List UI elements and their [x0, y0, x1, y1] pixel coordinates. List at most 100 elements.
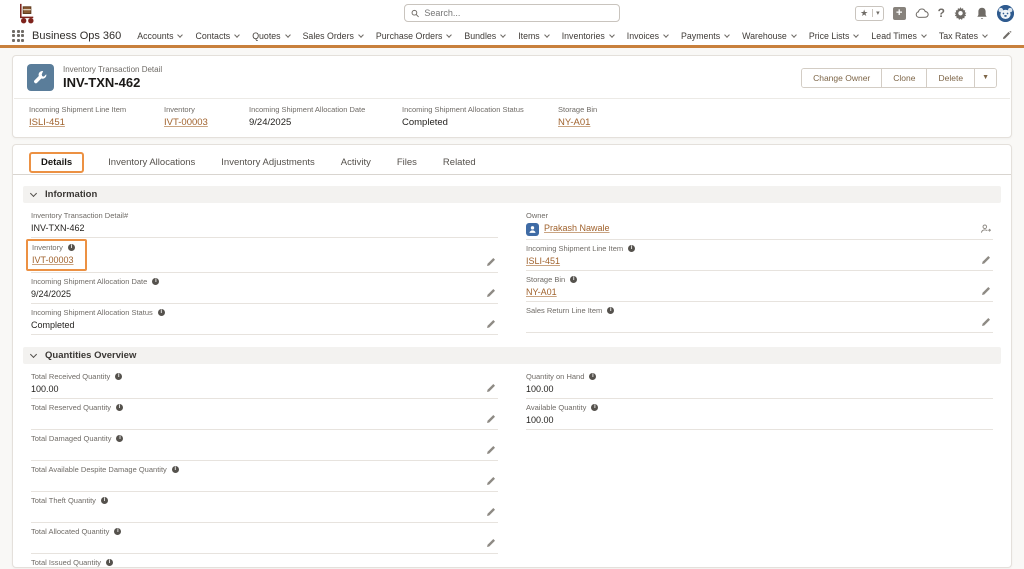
nav-item-inventories[interactable]: Inventories [562, 31, 614, 41]
setup-gear-icon [954, 7, 967, 20]
header-icon-bar: ★ ▾ + ? [855, 0, 1014, 26]
guidance-button[interactable] [915, 8, 929, 19]
nav-item-purchase-orders[interactable]: Purchase Orders [376, 31, 452, 41]
field-storage-bin: Storage BiniNY-A01 [526, 271, 993, 302]
section-information-header[interactable]: Information [23, 186, 1001, 203]
tab-details[interactable]: Details [29, 152, 84, 173]
info-icon[interactable]: i [158, 309, 165, 316]
field-label: Inventory Transaction Detail# [31, 211, 128, 220]
info-icon[interactable]: i [591, 404, 598, 411]
edit-field-pencil-icon[interactable] [486, 414, 496, 424]
nav-item-price-lists[interactable]: Price Lists [809, 31, 859, 41]
info-icon[interactable]: i [589, 373, 596, 380]
info-icon[interactable]: i [101, 497, 108, 504]
info-icon[interactable]: i [628, 245, 635, 252]
edit-field-pencil-icon[interactable] [486, 288, 496, 298]
highlight-label: Incoming Shipment Line Item [29, 105, 164, 114]
info-icon[interactable]: i [114, 528, 121, 535]
chevron-down-icon [663, 32, 669, 38]
nav-item-label: Bundles [464, 31, 496, 41]
nav-item-warehouse[interactable]: Warehouse [742, 31, 796, 41]
clone-button[interactable]: Clone [881, 69, 926, 87]
chevron-down-icon [178, 32, 184, 38]
change-owner-icon[interactable] [980, 223, 991, 234]
chevron-down-icon [234, 32, 240, 38]
edit-field-pencil-icon[interactable] [981, 286, 991, 296]
global-add-button[interactable]: + [893, 7, 906, 20]
field-value: 100.00 [526, 415, 971, 426]
info-icon[interactable]: i [152, 278, 159, 285]
field-value: 9/24/2025 [31, 289, 476, 300]
edit-field-pencil-icon[interactable] [486, 445, 496, 455]
tab-inventory-adjustments[interactable]: Inventory Adjustments [219, 154, 316, 171]
info-icon[interactable]: i [570, 276, 577, 283]
app-launcher-icon[interactable] [12, 30, 24, 42]
record-detail-card: Details Inventory Allocations Inventory Ad… [12, 144, 1012, 568]
info-icon[interactable]: i [106, 559, 113, 566]
nav-item-label: Inventories [562, 31, 605, 41]
highlight-value-link[interactable]: IVT-00003 [164, 117, 208, 128]
nav-item-quotes[interactable]: Quotes [252, 31, 289, 41]
info-icon[interactable]: i [116, 435, 123, 442]
change-owner-button[interactable]: Change Owner [802, 69, 881, 87]
tab-files[interactable]: Files [395, 154, 419, 171]
edit-field-pencil-icon[interactable] [486, 476, 496, 486]
global-search[interactable] [404, 4, 620, 22]
nav-item-accounts[interactable]: Accounts [137, 31, 182, 41]
info-icon[interactable]: i [68, 244, 75, 251]
field-value-link[interactable]: IVT-00003 [32, 255, 74, 265]
tab-activity[interactable]: Activity [339, 154, 373, 171]
highlight-value-link[interactable]: NY-A01 [558, 117, 590, 128]
nav-edit-pencil-icon[interactable] [1002, 31, 1012, 41]
edit-field-pencil-icon[interactable] [486, 507, 496, 517]
info-icon[interactable]: i [115, 373, 122, 380]
nav-item-sales-orders[interactable]: Sales Orders [303, 31, 363, 41]
user-avatar[interactable] [997, 5, 1014, 22]
edit-field-pencil-icon[interactable] [981, 317, 991, 327]
tab-inventory-allocations[interactable]: Inventory Allocations [106, 154, 197, 171]
field-value-link[interactable]: Prakash Nawale [544, 223, 610, 233]
nav-item-bundles[interactable]: Bundles [464, 31, 505, 41]
nav-item-invoices[interactable]: Invoices [627, 31, 668, 41]
tab-related[interactable]: Related [441, 154, 478, 171]
info-icon[interactable]: i [607, 307, 614, 314]
favorites-caret-icon[interactable]: ▾ [872, 9, 883, 17]
edit-field-pencil-icon[interactable] [486, 319, 496, 329]
app-name[interactable]: Business Ops 360 [32, 30, 121, 42]
field-available-quantity: Available Quantityi100.00 [526, 399, 993, 430]
highlight-incoming-shipment-allocation-date: Incoming Shipment Allocation Date9/24/20… [249, 105, 402, 128]
chevron-down-icon [285, 32, 291, 38]
help-button[interactable]: ? [938, 6, 945, 20]
nav-item-tax-rates[interactable]: Tax Rates [939, 31, 987, 41]
info-icon[interactable]: i [116, 404, 123, 411]
edit-field-pencil-icon[interactable] [486, 538, 496, 548]
nav-item-payments[interactable]: Payments [681, 31, 729, 41]
chevron-down-icon [30, 189, 37, 196]
highlight-inventory: InventoryIVT-00003 [164, 105, 249, 128]
nav-item-label: Payments [681, 31, 720, 41]
field-label: Inventory [32, 243, 63, 252]
notifications-button[interactable] [976, 7, 988, 20]
edit-field-pencil-icon[interactable] [981, 255, 991, 265]
delete-button[interactable]: Delete [926, 69, 974, 87]
nav-item-contacts[interactable]: Contacts [195, 31, 239, 41]
more-actions-dropdown-button[interactable]: ▼ [974, 69, 996, 87]
edit-field-pencil-icon[interactable] [486, 257, 496, 267]
highlight-value-link[interactable]: ISLI-451 [29, 117, 65, 128]
field-label: Total Received Quantity [31, 372, 110, 381]
favorites-combo-button[interactable]: ★ ▾ [855, 6, 884, 21]
favorites-star-icon[interactable]: ★ [856, 8, 872, 19]
global-header: ★ ▾ + ? [0, 0, 1024, 26]
setup-button[interactable] [954, 7, 967, 20]
section-quantities-header[interactable]: Quantities Overview [23, 347, 1001, 364]
nav-items: Accounts Contacts Quotes Sales Orders Purcha… [137, 31, 994, 41]
search-input[interactable] [424, 8, 613, 18]
nav-item-items[interactable]: Items [518, 31, 549, 41]
field-total-received-quantity: Total Received Quantityi100.00 [31, 368, 498, 399]
field-value: 100.00 [526, 384, 971, 395]
nav-item-lead-times[interactable]: Lead Times [871, 31, 925, 41]
field-value-link[interactable]: ISLI-451 [526, 256, 560, 266]
edit-field-pencil-icon[interactable] [486, 383, 496, 393]
field-value-link[interactable]: NY-A01 [526, 287, 557, 297]
info-icon[interactable]: i [172, 466, 179, 473]
